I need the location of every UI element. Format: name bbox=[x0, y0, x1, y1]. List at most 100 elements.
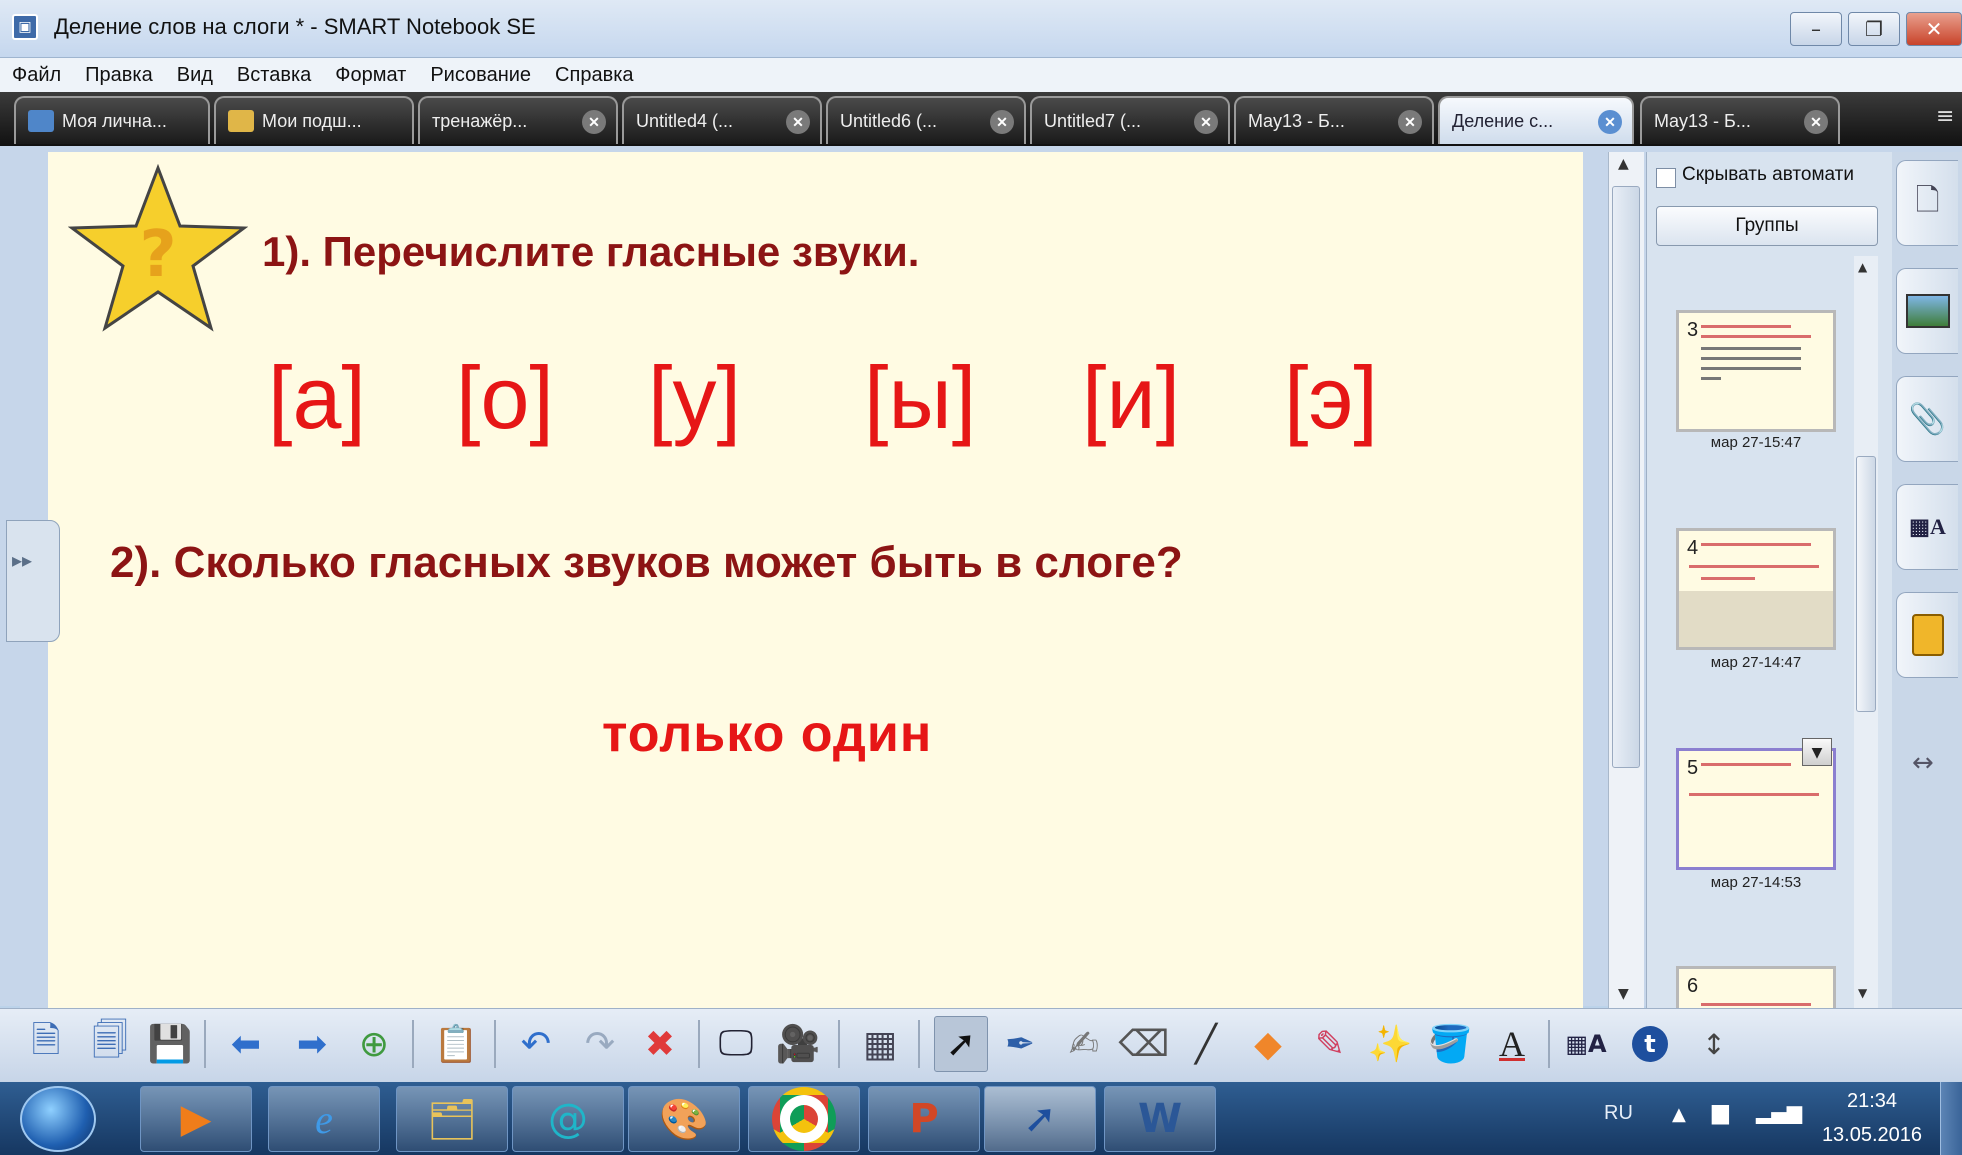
magic-pen-icon[interactable]: ✨ bbox=[1366, 1016, 1414, 1072]
file-explorer-taskbar-icon[interactable]: 🗂 bbox=[396, 1086, 508, 1152]
resize-panel-arrows-icon[interactable]: ↔ bbox=[1912, 748, 1934, 778]
close-tab-icon[interactable]: ✕ bbox=[786, 110, 810, 134]
maximize-button[interactable]: ❐ bbox=[1848, 12, 1900, 46]
next-page-icon[interactable]: ➡ bbox=[288, 1016, 336, 1072]
page-sorter-tab-icon[interactable]: 🗋 bbox=[1896, 160, 1958, 246]
properties-tab-icon[interactable]: ▦A bbox=[1896, 484, 1958, 570]
paint-taskbar-icon[interactable]: 🎨 bbox=[628, 1086, 740, 1152]
tab-syllable-division[interactable]: Деление с... ✕ bbox=[1438, 96, 1634, 144]
tab-untitled4[interactable]: Untitled4 (... ✕ bbox=[622, 96, 822, 144]
menu-file[interactable]: Файл bbox=[0, 64, 73, 87]
delete-icon[interactable]: ✖ bbox=[636, 1016, 684, 1072]
add-ons-icon[interactable]: t bbox=[1626, 1016, 1674, 1072]
add-page-icon[interactable]: ⊕ bbox=[350, 1016, 398, 1072]
redo-icon[interactable]: ↷ bbox=[576, 1016, 624, 1072]
tab-menu-icon[interactable]: ≡ bbox=[1936, 104, 1954, 129]
vowel-i[interactable]: [и] bbox=[1082, 354, 1180, 442]
menu-draw[interactable]: Рисование bbox=[418, 64, 543, 87]
pen-icon[interactable]: ✒ bbox=[996, 1016, 1044, 1072]
tab-trainer[interactable]: тренажёр... ✕ bbox=[418, 96, 618, 144]
show-desktop-button[interactable] bbox=[1940, 1082, 1962, 1155]
window-title: Деление слов на слоги * - SMART Notebook… bbox=[54, 14, 536, 39]
thumbnail-date: мар 27-14:53 bbox=[1710, 874, 1802, 891]
side-tab-handle[interactable] bbox=[6, 520, 60, 642]
vowel-u[interactable]: [у] bbox=[648, 354, 741, 442]
vowel-o[interactable]: [о] bbox=[456, 354, 554, 442]
smart-notebook-taskbar-icon[interactable]: ➚ bbox=[984, 1086, 1096, 1152]
attachments-tab-icon[interactable]: 📎 bbox=[1896, 376, 1958, 462]
menu-view[interactable]: Вид bbox=[165, 64, 225, 87]
internet-explorer-taskbar-icon[interactable]: e bbox=[268, 1086, 380, 1152]
answer-text[interactable]: только один bbox=[602, 704, 932, 764]
mail-agent-taskbar-icon[interactable]: @ bbox=[512, 1086, 624, 1152]
gallery-tab-icon[interactable] bbox=[1896, 268, 1958, 354]
add-ons-tab-icon[interactable] bbox=[1896, 592, 1958, 678]
shape-recognition-pen-icon[interactable]: ✎ bbox=[1306, 1016, 1354, 1072]
powerpoint-taskbar-icon[interactable]: P bbox=[868, 1086, 980, 1152]
start-button[interactable] bbox=[20, 1086, 96, 1152]
vowel-e[interactable]: [э] bbox=[1284, 354, 1378, 442]
close-tab-icon[interactable]: ✕ bbox=[582, 110, 606, 134]
close-button[interactable]: ✕ bbox=[1906, 12, 1962, 46]
page-scroll-thumb[interactable] bbox=[1612, 186, 1640, 768]
tab-may13-a[interactable]: May13 - Б... ✕ bbox=[1234, 96, 1434, 144]
question-1[interactable]: 1). Перечислите гласные звуки. bbox=[262, 228, 919, 276]
tab-may13-b[interactable]: May13 - Б... ✕ bbox=[1640, 96, 1840, 144]
open-file-icon[interactable]: 🗐 bbox=[86, 1016, 134, 1072]
close-tab-icon[interactable]: ✕ bbox=[1194, 110, 1218, 134]
tab-untitled6[interactable]: Untitled6 (... ✕ bbox=[826, 96, 1026, 144]
eraser-icon[interactable]: ⌫ bbox=[1119, 1016, 1170, 1072]
close-tab-icon[interactable]: ✕ bbox=[1398, 110, 1422, 134]
full-screen-icon[interactable]: 🖵 bbox=[712, 1016, 760, 1072]
vowel-y[interactable]: [ы] bbox=[864, 354, 976, 442]
thumbnail-scroll-thumb[interactable] bbox=[1856, 456, 1876, 712]
screen-shade-icon[interactable]: 🎥 bbox=[774, 1016, 822, 1072]
page-thumbnail-6[interactable]: 6 bbox=[1676, 966, 1836, 1008]
select-pointer-icon[interactable]: ➚ bbox=[934, 1016, 988, 1072]
previous-page-icon[interactable]: ⬅ bbox=[222, 1016, 270, 1072]
network-icon[interactable]: ▆ bbox=[1712, 1100, 1729, 1125]
text-tool-icon[interactable]: A bbox=[1488, 1016, 1536, 1072]
thumbnail-menu-dropdown-icon[interactable]: ▼ bbox=[1802, 738, 1832, 766]
undo-icon[interactable]: ↶ bbox=[512, 1016, 560, 1072]
tab-untitled7[interactable]: Untitled7 (... ✕ bbox=[1030, 96, 1230, 144]
thumb-scroll-down-icon[interactable]: ▼ bbox=[1858, 986, 1867, 1000]
question-2[interactable]: 2). Сколько гласных звуков может быть в … bbox=[110, 538, 1183, 588]
close-tab-icon[interactable]: ✕ bbox=[990, 110, 1014, 134]
scroll-up-icon[interactable]: ▲ bbox=[1618, 156, 1629, 172]
close-tab-icon[interactable]: ✕ bbox=[1804, 110, 1828, 134]
save-icon[interactable]: 💾 bbox=[146, 1016, 194, 1072]
paste-icon[interactable]: 📋 bbox=[432, 1016, 480, 1072]
shapes-icon[interactable]: ◆ bbox=[1244, 1016, 1292, 1072]
tab-my-subscriptions[interactable]: Мои подш... bbox=[214, 96, 414, 144]
language-indicator[interactable]: RU bbox=[1604, 1102, 1633, 1125]
fill-icon[interactable]: 🪣 bbox=[1426, 1016, 1474, 1072]
clock-time[interactable]: 21:34 bbox=[1822, 1090, 1922, 1113]
menu-edit[interactable]: Правка bbox=[73, 64, 165, 87]
page-thumbnail-4[interactable]: 4 bbox=[1676, 528, 1836, 650]
chrome-taskbar-icon[interactable] bbox=[748, 1086, 860, 1152]
media-player-taskbar-icon[interactable]: ▶ bbox=[140, 1086, 252, 1152]
table-icon[interactable]: ▦ bbox=[856, 1016, 904, 1072]
autohide-checkbox[interactable] bbox=[1656, 168, 1676, 188]
menu-help[interactable]: Справка bbox=[543, 64, 645, 87]
word-taskbar-icon[interactable]: W bbox=[1104, 1086, 1216, 1152]
thumb-scroll-up-icon[interactable]: ▲ bbox=[1858, 260, 1867, 274]
move-toolbar-icon[interactable]: ↕ bbox=[1690, 1016, 1738, 1072]
tray-expand-icon[interactable]: ▲ bbox=[1672, 1104, 1686, 1125]
new-page-icon[interactable]: 🗎 bbox=[22, 1016, 70, 1072]
creative-pen-icon[interactable]: ✍ bbox=[1060, 1016, 1108, 1072]
page-thumbnail-3[interactable]: 3 bbox=[1676, 310, 1836, 432]
properties-icon[interactable]: ▦A bbox=[1562, 1016, 1610, 1072]
tab-my-content[interactable]: Моя лична... bbox=[14, 96, 210, 144]
clock-date[interactable]: 13.05.2016 bbox=[1812, 1124, 1932, 1147]
groups-button[interactable]: Группы bbox=[1656, 206, 1878, 246]
line-icon[interactable]: ╱ bbox=[1182, 1016, 1230, 1072]
menu-format[interactable]: Формат bbox=[323, 64, 418, 87]
signal-strength-icon[interactable]: ▂▄▆ bbox=[1756, 1100, 1802, 1124]
vowel-a[interactable]: [а] bbox=[268, 354, 366, 442]
scroll-down-icon[interactable]: ▼ bbox=[1618, 986, 1629, 1002]
menu-insert[interactable]: Вставка bbox=[225, 64, 323, 87]
minimize-button[interactable]: – bbox=[1790, 12, 1842, 46]
close-tab-icon[interactable]: ✕ bbox=[1598, 110, 1622, 134]
